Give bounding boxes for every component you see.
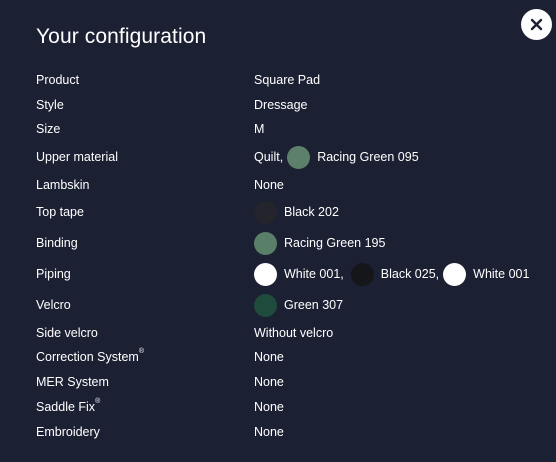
- color-name: White 001,: [284, 267, 344, 281]
- row-value: Square Pad: [254, 73, 321, 87]
- label-text: Saddle Fix: [36, 400, 96, 414]
- color-name: Black 202: [284, 205, 339, 219]
- close-icon: [530, 18, 543, 31]
- config-row-upper-material: Upper material Quilt, Racing Green 095: [0, 145, 556, 169]
- config-row-velcro: Velcro Green 307: [0, 293, 556, 317]
- row-label: Upper material: [36, 150, 118, 164]
- config-row-style: Style Dressage: [0, 93, 556, 117]
- row-value: Green 307: [254, 293, 343, 317]
- config-row-product: Product Square Pad: [0, 68, 556, 92]
- row-value: Without velcro: [254, 326, 334, 340]
- row-label: Side velcro: [36, 326, 98, 340]
- color-name: White 001: [473, 267, 530, 281]
- registered-mark: ®: [138, 348, 144, 355]
- color-swatch: [254, 200, 277, 224]
- config-row-piping: Piping White 001, Black 025, White 001: [0, 262, 556, 286]
- color-name: Black 025,: [380, 267, 440, 281]
- color-swatch: [443, 262, 467, 286]
- row-value: None: [254, 425, 284, 439]
- row-label: Style: [36, 98, 64, 112]
- row-label: Correction System®: [36, 345, 144, 369]
- config-row-side-velcro: Side velcro Without velcro: [0, 321, 556, 345]
- color-name: Racing Green 195: [284, 236, 386, 250]
- row-label: Product: [36, 73, 80, 87]
- color-swatch: [254, 293, 277, 317]
- label-text: Correction System: [36, 350, 139, 364]
- config-row-lambskin: Lambskin None: [0, 173, 556, 197]
- row-label: Piping: [36, 267, 71, 281]
- close-button[interactable]: [521, 9, 552, 40]
- row-value: Black 202: [254, 200, 339, 224]
- config-row-saddle-fix: Saddle Fix® None: [0, 395, 556, 419]
- config-row-binding: Binding Racing Green 195: [0, 231, 556, 255]
- config-row-mer-system: MER System None: [0, 370, 556, 394]
- color-name: Racing Green 095: [317, 150, 419, 164]
- color-swatch: [254, 262, 277, 286]
- row-label: Binding: [36, 236, 78, 250]
- color-swatch: [287, 145, 311, 169]
- row-value: White 001, Black 025, White 001: [254, 262, 529, 286]
- row-label: Saddle Fix®: [36, 395, 100, 419]
- config-row-top-tape: Top tape Black 202: [0, 200, 556, 224]
- row-label: Size: [36, 122, 61, 136]
- config-row-embroidery: Embroidery None: [0, 420, 556, 444]
- row-value: None: [254, 400, 284, 414]
- row-value: Quilt, Racing Green 095: [254, 145, 419, 169]
- row-label: Velcro: [36, 298, 71, 312]
- color-swatch: [350, 262, 374, 286]
- row-value: None: [254, 350, 284, 364]
- color-name: Green 307: [284, 298, 344, 312]
- config-row-size: Size M: [0, 117, 556, 141]
- dialog-title: Your configuration: [36, 25, 207, 48]
- config-row-correction-system: Correction System® None: [0, 345, 556, 369]
- color-swatch: [254, 231, 277, 255]
- row-label: Embroidery: [36, 425, 100, 439]
- row-value: None: [254, 375, 284, 389]
- row-value: None: [254, 178, 284, 192]
- registered-mark: ®: [95, 398, 101, 405]
- row-value: M: [254, 122, 265, 136]
- material-prefix: Quilt,: [254, 150, 284, 164]
- row-label: MER System: [36, 375, 109, 389]
- configuration-dialog: Your configuration Product Square Pad St…: [0, 0, 556, 462]
- row-value: Racing Green 195: [254, 231, 385, 255]
- row-label: Top tape: [36, 205, 84, 219]
- row-value: Dressage: [254, 98, 308, 112]
- row-label: Lambskin: [36, 178, 90, 192]
